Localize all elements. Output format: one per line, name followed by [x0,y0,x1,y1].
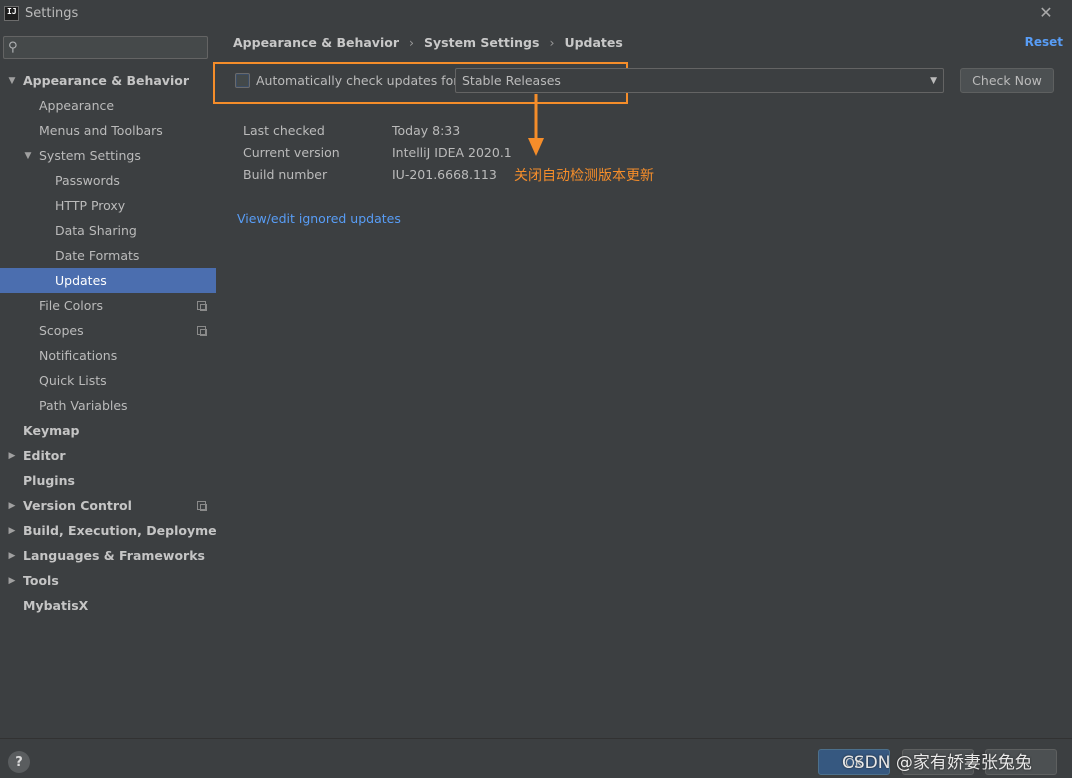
sidebar-item-menus-toolbars[interactable]: Menus and Toolbars [0,118,216,143]
csdn-watermark: CSDN @家有娇妻张兔兔 [842,753,1032,773]
sidebar-item-appearance[interactable]: Appearance [0,93,216,118]
expanded-arrow-icon[interactable]: ▼ [23,151,33,161]
sidebar-item-build-execution-deployment[interactable]: ▶ Build, Execution, Deployment [0,518,232,543]
sidebar-item-editor[interactable]: ▶ Editor [0,443,216,468]
update-channel-value: Stable Releases [462,73,561,88]
sidebar-item-mybatisx[interactable]: MybatisX [0,593,216,618]
sidebar-item-version-control[interactable]: ▶ Version Control [0,493,216,518]
view-ignored-updates-link[interactable]: View/edit ignored updates [237,211,401,226]
sidebar-item-passwords[interactable]: Passwords [0,168,216,193]
sidebar-item-plugins[interactable]: Plugins [0,468,216,493]
current-version-label: Current version [243,145,340,160]
search-input[interactable] [17,37,207,58]
project-scope-icon [197,501,207,511]
annotation-arrow-icon [528,94,544,156]
intellij-logo-icon: IJ [4,5,19,21]
collapsed-arrow-icon[interactable]: ▶ [7,576,17,586]
auto-check-updates-checkbox[interactable] [235,73,250,88]
build-number-label: Build number [243,167,328,182]
expanded-arrow-icon[interactable]: ▼ [7,76,17,86]
settings-content: Appearance & Behavior › System Settings … [213,26,1072,738]
project-scope-icon [197,326,207,336]
sidebar-item-path-variables[interactable]: Path Variables [0,393,216,418]
last-checked-label: Last checked [243,123,325,138]
settings-search[interactable]: ⚲ [3,36,208,59]
last-checked-value: Today 8:33 [392,123,461,138]
collapsed-arrow-icon[interactable]: ▶ [7,451,17,461]
sidebar-item-data-sharing[interactable]: Data Sharing [0,218,216,243]
check-now-button[interactable]: Check Now [960,68,1054,93]
sidebar-item-file-colors[interactable]: File Colors [0,293,216,318]
dialog-footer: ? OK CSDN @家有娇妻张兔兔 [0,738,1072,778]
breadcrumb-separator-icon: › [549,35,555,50]
collapsed-arrow-icon[interactable]: ▶ [7,551,17,561]
sidebar-item-appearance-behavior[interactable]: ▼ Appearance & Behavior [0,68,216,93]
collapsed-arrow-icon[interactable]: ▶ [7,526,17,536]
sidebar-item-date-formats[interactable]: Date Formats [0,243,216,268]
sidebar-item-languages-frameworks[interactable]: ▶ Languages & Frameworks [0,543,216,568]
search-icon: ⚲ [8,40,18,55]
close-icon[interactable]: ✕ [1036,3,1056,23]
sidebar-item-system-settings[interactable]: ▼ System Settings [0,143,216,168]
sidebar-item-notifications[interactable]: Notifications [0,343,216,368]
auto-check-updates-label[interactable]: Automatically check updates for [256,73,458,88]
update-channel-select[interactable]: Stable Releases ▼ [455,68,944,93]
help-button[interactable]: ? [8,751,30,773]
reset-link[interactable]: Reset [1025,35,1063,49]
sidebar-item-scopes[interactable]: Scopes [0,318,216,343]
window-title: Settings [25,5,79,21]
breadcrumb-item[interactable]: Appearance & Behavior [233,35,399,50]
annotation-text: 关闭自动检测版本更新 [514,168,654,184]
current-version-value: IntelliJ IDEA 2020.1 [392,145,512,160]
settings-sidebar: ⚲ ▼ Appearance & Behavior Appearance Men… [0,26,232,738]
sidebar-item-keymap[interactable]: Keymap [0,418,216,443]
dropdown-arrow-icon: ▼ [930,76,937,86]
breadcrumb-item[interactable]: System Settings [424,35,539,50]
sidebar-item-tools[interactable]: ▶ Tools [0,568,216,593]
build-number-value: IU-201.6668.113 [392,167,497,182]
sidebar-item-quick-lists[interactable]: Quick Lists [0,368,216,393]
title-bar: IJ Settings ✕ [0,0,1072,26]
sidebar-item-updates[interactable]: Updates [0,268,216,293]
project-scope-icon [197,301,207,311]
breadcrumb-separator-icon: › [409,35,414,50]
breadcrumb-item: Updates [564,35,623,50]
settings-tree: ▼ Appearance & Behavior Appearance Menus… [0,68,232,618]
breadcrumb: Appearance & Behavior › System Settings … [233,35,623,50]
collapsed-arrow-icon[interactable]: ▶ [7,501,17,511]
sidebar-item-http-proxy[interactable]: HTTP Proxy [0,193,216,218]
